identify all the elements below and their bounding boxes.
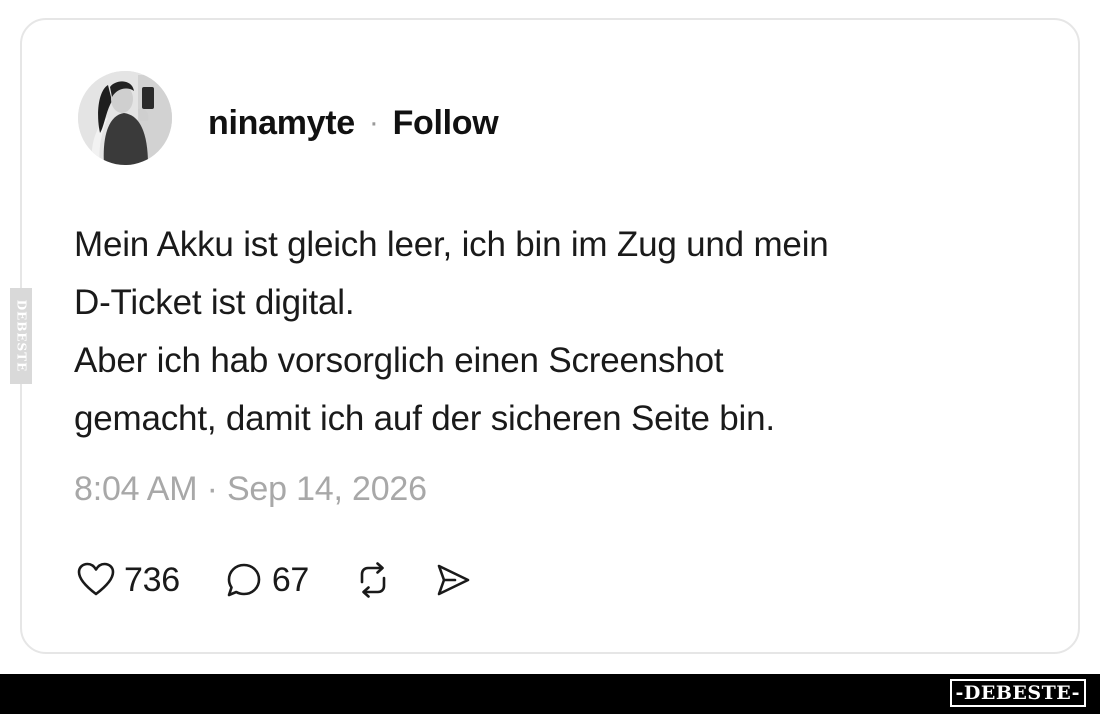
post-timestamp[interactable]: 8:04 AM · Sep 14, 2026 <box>74 470 427 509</box>
like-count: 736 <box>124 560 180 599</box>
post-text-line: Aber ich hab vorsorglich einen Screensho… <box>74 341 724 380</box>
reply-button[interactable]: 67 <box>224 560 309 600</box>
post-text-line: Mein Akku ist gleich leer, ich bin im Zu… <box>74 225 829 264</box>
bottom-bar: -DEBESTE- <box>0 674 1100 714</box>
action-bar: 736 67 <box>76 556 473 604</box>
bottom-watermark-logo: -DEBESTE- <box>949 679 1086 707</box>
send-icon <box>437 564 470 596</box>
page: ninamyte · Follow Mein Akku ist gleich l… <box>0 0 1100 714</box>
post-text-line: gemacht, damit ich auf der sicheren Seit… <box>74 399 775 438</box>
like-button[interactable]: 736 <box>76 560 180 600</box>
reply-count: 67 <box>271 560 310 599</box>
side-watermark-text: DEBESTE <box>14 299 28 373</box>
post-header: ninamyte · Follow <box>208 103 499 143</box>
separator-dot: · <box>368 106 379 139</box>
post-text: Mein Akku ist gleich leer, ich bin im Zu… <box>74 216 1034 448</box>
follow-button[interactable]: Follow <box>393 104 499 143</box>
heart-icon <box>77 562 115 596</box>
send-button[interactable] <box>433 560 473 600</box>
avatar[interactable] <box>78 71 172 165</box>
avatar-photo <box>78 71 172 165</box>
post-card: ninamyte · Follow Mein Akku ist gleich l… <box>20 18 1080 654</box>
username[interactable]: ninamyte <box>208 104 355 143</box>
post-text-line: D-Ticket ist digital. <box>74 283 355 322</box>
repost-button[interactable] <box>353 560 393 600</box>
repost-icon <box>360 562 386 598</box>
speech-bubble-icon <box>227 563 261 597</box>
side-watermark: DEBESTE <box>10 288 32 384</box>
